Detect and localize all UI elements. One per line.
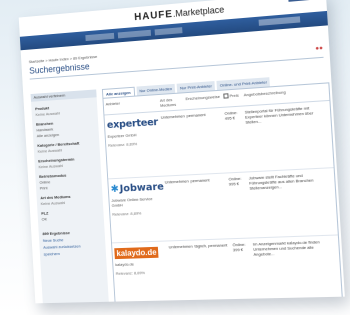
nav-item-2[interactable] [117,29,152,39]
price-checkbox-icon[interactable] [223,93,229,100]
column-media-type[interactable]: Art des Mediums [158,93,185,111]
frequency: täglich, permanent [194,242,228,249]
provider-logo[interactable]: ✱Jobware [110,180,164,196]
media-type: Unternehmen [164,178,189,185]
filter-facet[interactable]: Erscheinungstermin Keine Auswahl [38,155,101,170]
table-row[interactable]: kalaydo.de kalaydo.de Relevanz: 8,89% Unter… [112,235,343,304]
filter-facet[interactable]: Produkt Keine Auswahl [35,102,98,117]
logo-label: Jobware [119,181,165,195]
provider-logo-text: experteer [107,117,159,131]
table-row[interactable]: experteer Experteer GmbH Relevanz: 8,89% Un… [104,100,334,180]
provider-logo[interactable]: experteer [107,115,159,132]
filter-facet[interactable]: Art des Mediums Keine Auswahl [40,192,103,206]
provider-logo-text: ✱Jobware [110,181,164,194]
frequency: permanent [190,177,210,184]
description: Jobware stellt Fachkräfte und Führungskr… [248,172,314,191]
nav-item-right[interactable] [258,16,301,26]
filter-facet[interactable]: Betriebsmodus Online Print [39,171,102,191]
description: Stellenportal für Führungskräfte mit Exp… [244,105,314,125]
sidebar-heading: Auswahl verfeinern [30,89,97,102]
column-price[interactable]: Preis [221,89,242,107]
logo-brand: HAUFE [134,8,174,24]
reset-selection-link[interactable]: Auswahl zurücksetzen [43,243,105,250]
price-header-label: Preis [229,92,239,99]
media-type: Unternehmen [168,243,193,250]
provider-cell: kalaydo.de kalaydo.de Relevanz: 8,89% [112,241,170,303]
provider-cell: ✱Jobware Jobware Online-Service GmbH Relev… [108,177,166,243]
provider-cell: experteer Experteer GmbH Relevanz: 8,89% [104,112,162,178]
media-type: Unternehmen [160,113,185,120]
logo-label: kalaydo.de [116,247,157,258]
logo-suffix: .Marketplace [172,4,225,19]
result-count: 899 Ergebnisse [42,230,71,237]
column-frequency[interactable]: Erscheinungsweise [183,91,222,110]
filter-facet[interactable]: Kategorie / Bereitschaft Keine Auswahl [37,139,100,154]
header-login-bar[interactable] [288,0,320,2]
star-icon: ✱ [110,183,120,195]
provider-logo[interactable]: kalaydo.de [114,245,165,261]
nav-item-1[interactable] [85,32,115,42]
company-name[interactable]: Experteer GmbH [107,131,158,139]
frequency: permanent [186,111,206,119]
browser-page: HAUFE.Marketplace Startseite > Haufe Ind… [18,0,345,304]
company-name[interactable]: kalaydo.de [115,261,166,267]
logo-label: experteer [106,116,159,131]
company-name[interactable]: Jobware Online-Service GmbH [111,196,162,208]
filter-facet[interactable]: Branchen Handwerk Alle anzeigen [36,118,99,139]
relevance: Relevanz: 8,89% [107,141,138,148]
page-title: Suchergebnisse [28,61,90,76]
save-link[interactable]: speichern [44,250,106,256]
results-area: Alle anzeigen Nur Online-Medien Nur Prin… [101,73,344,304]
filter-sidebar: Auswahl verfeinern Produkt Keine Auswahl B… [30,89,110,304]
nav-item-3[interactable] [154,27,183,36]
results-table: Anbieter Art des Mediums Erscheinungswei… [102,82,344,304]
provider-logo-text: kalaydo.de [114,246,159,259]
relevance: Relevanz: 8,89% [112,210,142,217]
new-search-link[interactable]: Neue Suche [43,236,105,243]
table-row[interactable]: ✱Jobware Jobware Online-Service GmbH Relev… [108,168,338,244]
description: Im Anzeigenmarkt kalaydo.de finden Unter… [252,239,320,257]
print-mail-icons[interactable]: ●● [315,45,323,52]
relevance: Relevanz: 8,89% [115,270,146,276]
filter-facet[interactable]: PLZ OK [41,208,104,222]
